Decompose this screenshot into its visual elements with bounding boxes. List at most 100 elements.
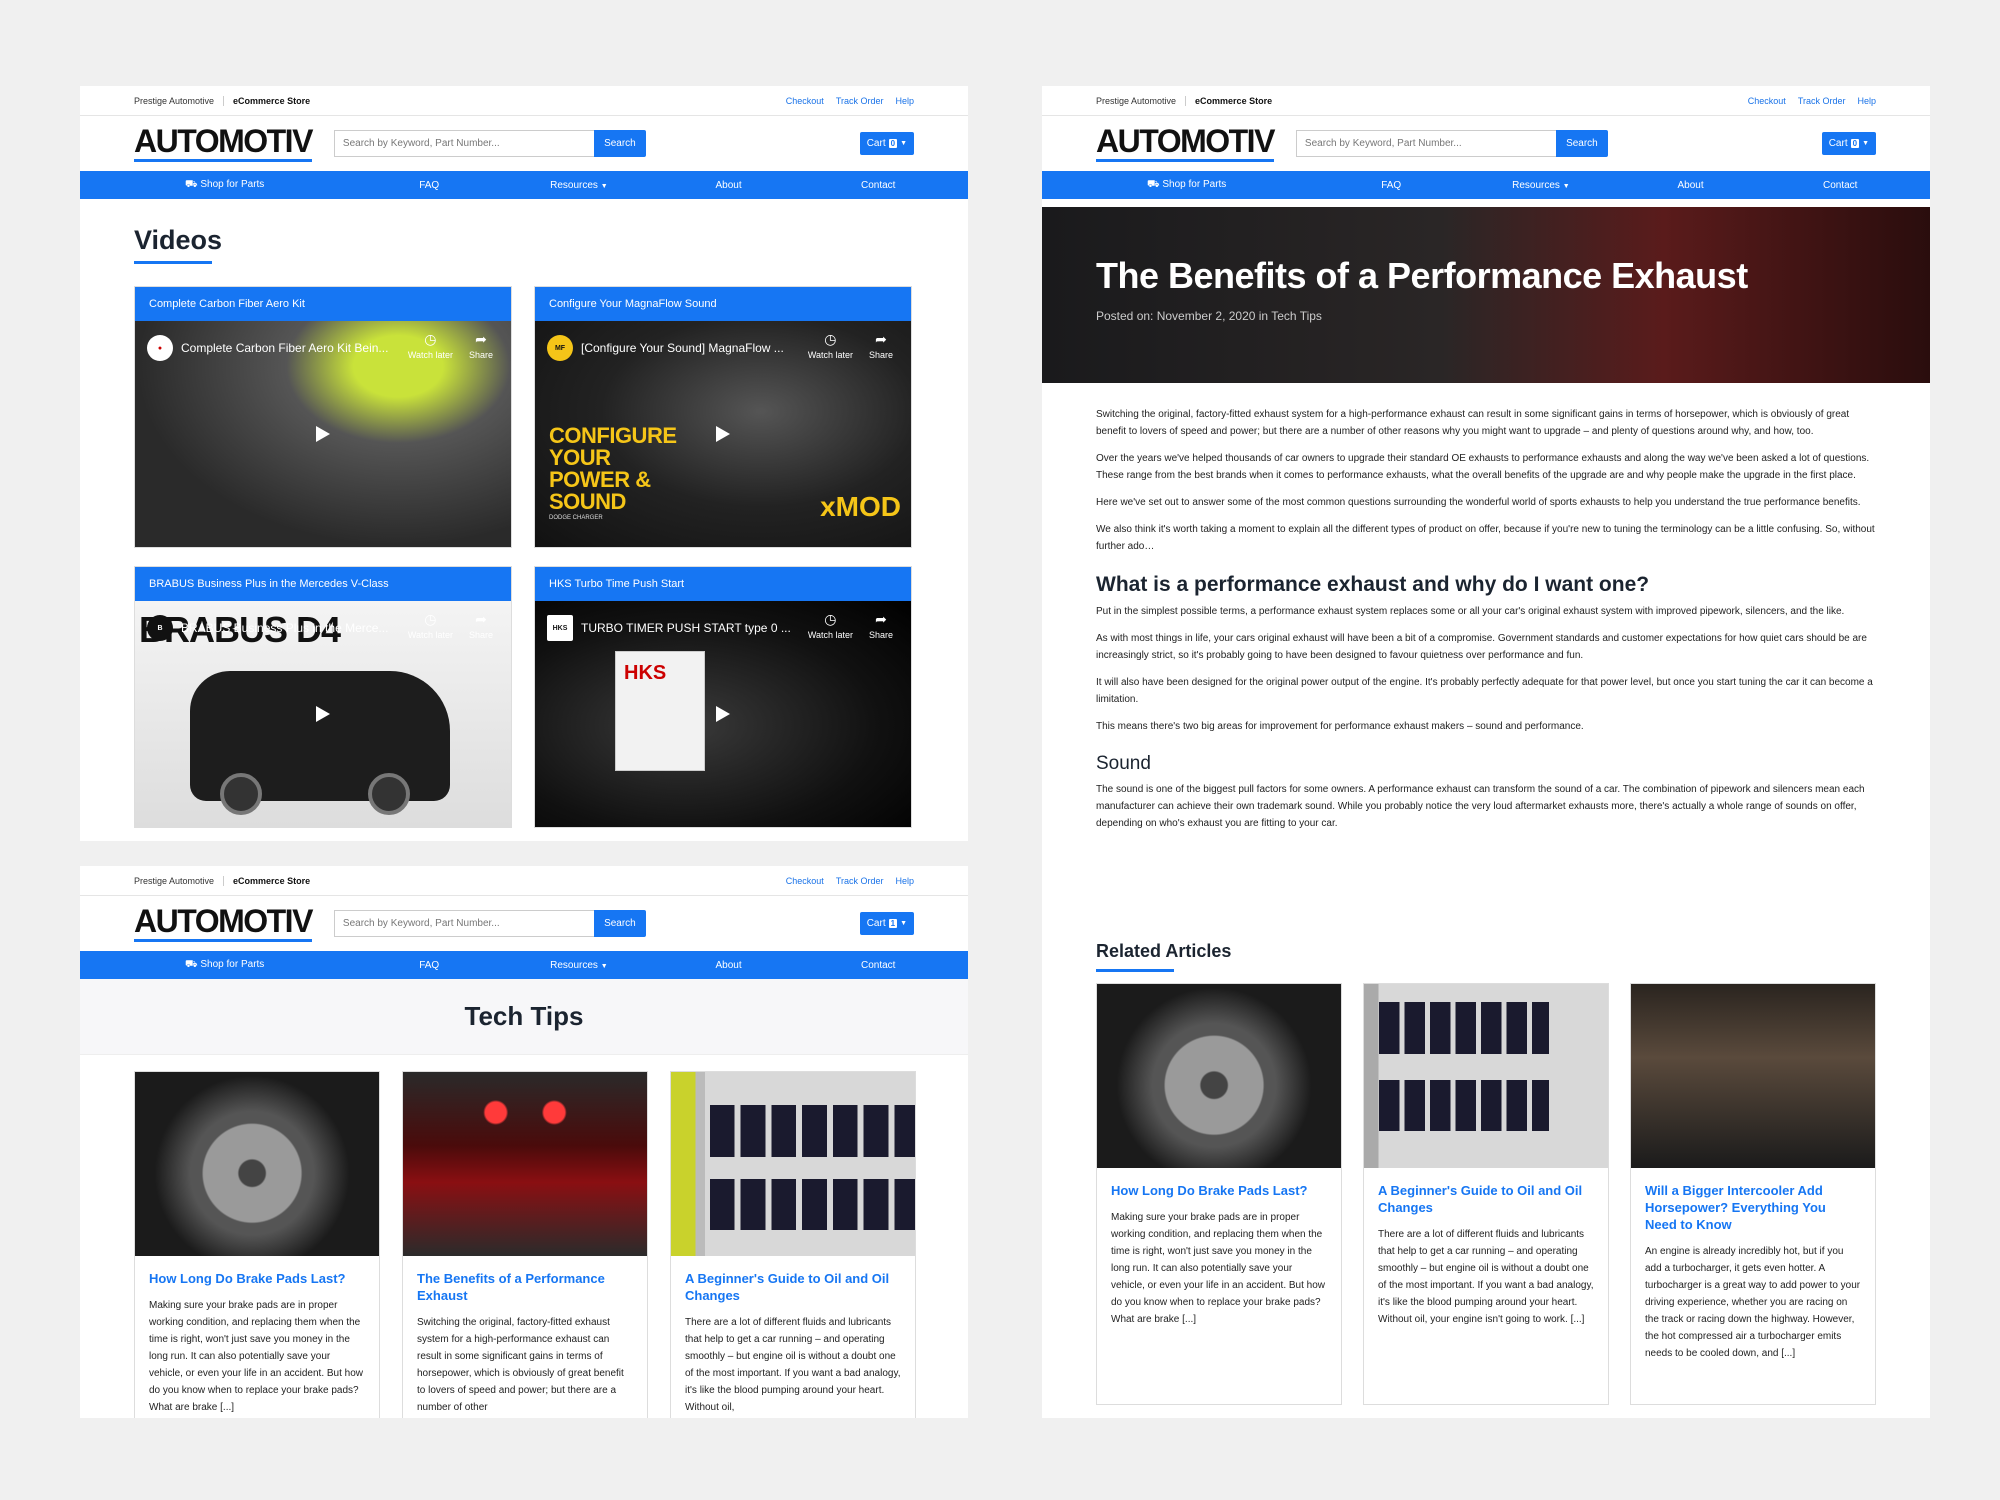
cart-button[interactable]: Cart 0 ▼ <box>859 132 914 155</box>
watch-later-button[interactable]: ◷ Watch later <box>808 331 853 360</box>
xmod-logo: xMOD <box>820 491 901 522</box>
nav-faq[interactable]: FAQ <box>369 180 489 191</box>
video-player[interactable]: ● Complete Carbon Fiber Aero Kit Bein... … <box>135 321 511 547</box>
article-paragraph: Switching the original, factory-fitted e… <box>1096 409 1850 437</box>
cart-count: 0 <box>1850 139 1860 148</box>
help-link[interactable]: Help <box>1857 96 1876 106</box>
nav-about[interactable]: About <box>1631 180 1751 191</box>
article-title[interactable]: A Beginner's Guide to Oil and Oil Change… <box>685 1270 901 1304</box>
article-excerpt: Making sure your brake pads are in prope… <box>1111 1212 1326 1325</box>
article-image[interactable] <box>403 1072 647 1256</box>
nav-contact[interactable]: Contact <box>788 960 968 971</box>
site-logo[interactable]: AUTOMOTIV <box>134 905 313 942</box>
checkout-link[interactable]: Checkout <box>786 876 824 886</box>
play-icon[interactable] <box>716 426 730 442</box>
nav-about[interactable]: About <box>669 960 789 971</box>
help-link[interactable]: Help <box>895 96 914 106</box>
checkout-link[interactable]: Checkout <box>1748 96 1786 106</box>
article-paragraph: Put in the simplest possible terms, a pe… <box>1096 606 1845 617</box>
article-hero: The Benefits of a Performance Exhaust Po… <box>1042 207 1930 383</box>
search-input[interactable] <box>333 130 594 157</box>
share-label: Share <box>868 630 893 640</box>
play-icon[interactable] <box>716 706 730 722</box>
nav-resources[interactable]: Resources ▼ <box>1451 180 1631 191</box>
article-excerpt: An engine is already incredibly hot, but… <box>1645 1246 1861 1359</box>
video-player[interactable]: HKS HKS TURBO TIMER PUSH START type 0 ...… <box>535 601 911 827</box>
related-articles-heading: Related Articles <box>1096 941 1231 972</box>
nav-faq[interactable]: FAQ <box>369 960 489 971</box>
main-nav: ⛟ Shop for Parts FAQ Resources ▼ About C… <box>80 171 968 199</box>
cart-button[interactable]: Cart 0 ▼ <box>1821 132 1876 155</box>
utility-bar: Prestige Automotive eCommerce Store Check… <box>1042 86 1930 116</box>
article-card[interactable]: A Beginner's Guide to Oil and Oil Change… <box>670 1071 916 1418</box>
share-icon: ➦ <box>875 611 887 627</box>
nav-resources[interactable]: Resources ▼ <box>489 180 669 191</box>
nav-contact[interactable]: Contact <box>788 180 968 191</box>
article-image[interactable] <box>1364 984 1608 1168</box>
track-order-link[interactable]: Track Order <box>836 876 884 886</box>
nav-label: Shop for Parts <box>200 178 265 190</box>
article-card[interactable]: The Benefits of a Performance Exhaust Sw… <box>402 1071 648 1418</box>
article-image[interactable] <box>1631 984 1875 1168</box>
checkout-link[interactable]: Checkout <box>786 96 824 106</box>
related-article-card[interactable]: How Long Do Brake Pads Last? Making sure… <box>1096 983 1342 1405</box>
related-article-card[interactable]: A Beginner's Guide to Oil and Oil Change… <box>1363 983 1609 1405</box>
nav-faq[interactable]: FAQ <box>1331 180 1451 191</box>
article-title[interactable]: The Benefits of a Performance Exhaust <box>417 1270 633 1304</box>
video-title: TURBO TIMER PUSH START type 0 ... <box>581 621 791 635</box>
play-icon[interactable] <box>316 706 330 722</box>
video-player[interactable]: MF [Configure Your Sound] MagnaFlow ... ◷… <box>535 321 911 547</box>
page-title: Tech Tips <box>80 979 968 1055</box>
track-order-link[interactable]: Track Order <box>1798 96 1846 106</box>
clock-icon: ◷ <box>424 611 437 627</box>
watch-later-button[interactable]: ◷ Watch later <box>408 611 453 640</box>
article-title[interactable]: How Long Do Brake Pads Last? <box>149 1270 365 1287</box>
article-image[interactable] <box>1097 984 1341 1168</box>
search-button[interactable]: Search <box>1555 130 1608 157</box>
search-input[interactable] <box>1295 130 1556 157</box>
site-logo[interactable]: AUTOMOTIV <box>134 125 313 162</box>
help-link[interactable]: Help <box>895 876 914 886</box>
cart-label: Cart <box>1828 138 1848 149</box>
main-nav: ⛟ Shop for Parts FAQ Resources ▼ About C… <box>1042 171 1930 199</box>
nav-shop-for-parts[interactable]: ⛟ Shop for Parts <box>80 959 369 972</box>
article-paragraph: The sound is one of the biggest pull fac… <box>1096 784 1865 829</box>
nav-shop-for-parts[interactable]: ⛟ Shop for Parts <box>80 179 369 192</box>
article-card[interactable]: How Long Do Brake Pads Last? Making sure… <box>134 1071 380 1418</box>
nav-shop-for-parts[interactable]: ⛟ Shop for Parts <box>1042 179 1331 192</box>
play-icon[interactable] <box>316 426 330 442</box>
cart-label: Cart <box>866 918 886 929</box>
article-title[interactable]: How Long Do Brake Pads Last? <box>1111 1182 1327 1199</box>
cart-button[interactable]: Cart 1 ▼ <box>859 912 914 935</box>
video-player[interactable]: BRABUS D4 B BRABUS Business Plus in the M… <box>135 601 511 827</box>
share-button[interactable]: ➦ Share <box>869 331 893 360</box>
article-image[interactable] <box>671 1072 915 1256</box>
article-meta: Posted on: November 2, 2020 in Tech Tips <box>1096 309 1322 323</box>
nav-resources[interactable]: Resources ▼ <box>489 960 669 971</box>
video-card: Complete Carbon Fiber Aero Kit ● Complete… <box>134 286 512 548</box>
clock-icon: ◷ <box>424 331 437 347</box>
share-button[interactable]: ➦ Share <box>869 611 893 640</box>
watch-later-button[interactable]: ◷ Watch later <box>408 331 453 360</box>
channel-avatar: ● <box>147 335 173 361</box>
search-button[interactable]: Search <box>593 910 646 937</box>
share-label: Share <box>468 630 493 640</box>
article-image[interactable] <box>135 1072 379 1256</box>
nav-contact[interactable]: Contact <box>1750 180 1930 191</box>
video-grid: Complete Carbon Fiber Aero Kit ● Complete… <box>134 286 914 828</box>
related-article-card[interactable]: Will a Bigger Intercooler Add Horsepower… <box>1630 983 1876 1405</box>
video-card-title: Complete Carbon Fiber Aero Kit <box>135 287 511 321</box>
video-title: [Configure Your Sound] MagnaFlow ... <box>581 341 784 355</box>
search-input[interactable] <box>333 910 594 937</box>
share-button[interactable]: ➦ Share <box>469 611 493 640</box>
nav-about[interactable]: About <box>669 180 789 191</box>
store-subtitle: eCommerce Store <box>233 875 311 886</box>
related-articles-grid: How Long Do Brake Pads Last? Making sure… <box>1096 983 1876 1405</box>
article-title[interactable]: Will a Bigger Intercooler Add Horsepower… <box>1645 1182 1861 1233</box>
share-button[interactable]: ➦ Share <box>469 331 493 360</box>
article-title[interactable]: A Beginner's Guide to Oil and Oil Change… <box>1378 1182 1594 1216</box>
track-order-link[interactable]: Track Order <box>836 96 884 106</box>
search-button[interactable]: Search <box>593 130 646 157</box>
watch-later-button[interactable]: ◷ Watch later <box>808 611 853 640</box>
site-logo[interactable]: AUTOMOTIV <box>1096 125 1275 162</box>
